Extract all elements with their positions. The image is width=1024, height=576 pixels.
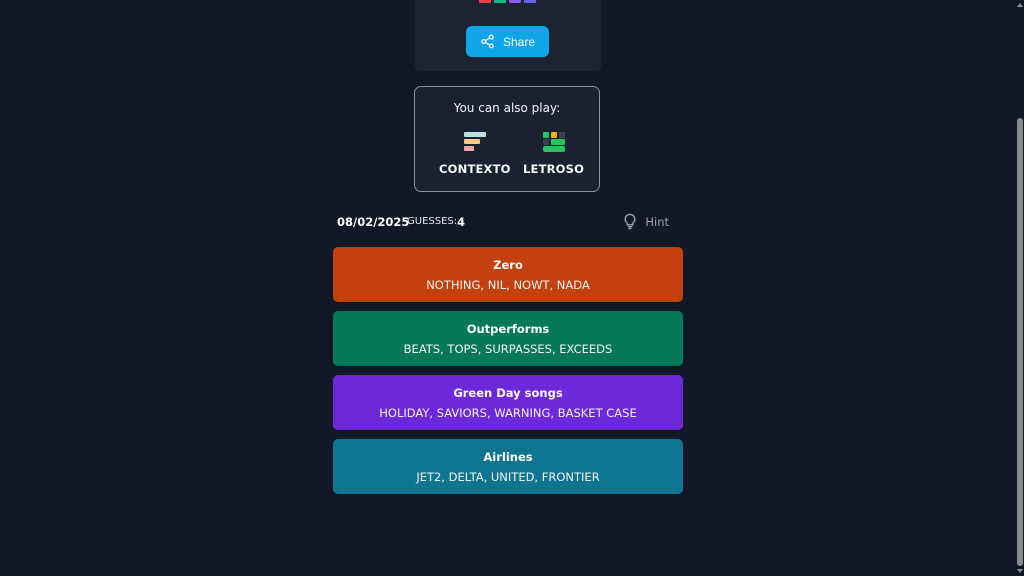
share-button-label: Share — [502, 34, 536, 49]
result-square — [509, 0, 521, 3]
status-bar: 08/02/2025 GUESSES: 4 Hint — [337, 213, 683, 231]
contexto-link[interactable]: CONTEXTO — [439, 131, 511, 176]
group-title: Airlines — [483, 449, 533, 464]
group-words: JET2, DELTA, UNITED, FRONTIER — [416, 469, 600, 484]
hint-button[interactable]: Hint — [623, 213, 669, 230]
hint-label: Hint — [645, 214, 669, 229]
page-scrollbar[interactable] — [1016, 0, 1024, 576]
contexto-logo-icon — [463, 132, 486, 151]
group-title: Zero — [493, 257, 523, 272]
game-results-page: Share You can also play: CONTEXTO LETROS… — [0, 0, 1024, 576]
result-square — [479, 0, 491, 3]
also-play-card: You can also play: CONTEXTO LETROSO — [414, 86, 600, 192]
group-words: HOLIDAY, SAVIORS, WARNING, BASKET CASE — [379, 405, 637, 420]
share-button[interactable]: Share — [466, 26, 549, 57]
result-square — [524, 0, 536, 3]
group-words: NOTHING, NIL, NOWT, NADA — [426, 277, 590, 292]
group-title: Green Day songs — [453, 385, 563, 400]
puzzle-date: 08/02/2025 — [337, 215, 410, 229]
letroso-logo-icon — [542, 132, 565, 152]
result-grid-preview — [479, 0, 536, 3]
guesses-label: GUESSES: — [407, 216, 458, 227]
scrollbar-thumb[interactable] — [1017, 118, 1023, 566]
share-card: Share — [415, 0, 601, 71]
also-play-title: You can also play: — [453, 101, 561, 115]
group-title: Outperforms — [466, 321, 550, 336]
solved-group: Outperforms BEATS, TOPS, SURPASSES, EXCE… — [333, 311, 683, 366]
scroll-up-arrow-icon[interactable] — [1017, 3, 1023, 7]
lightbulb-icon — [624, 213, 636, 230]
scroll-down-arrow-icon[interactable] — [1017, 569, 1023, 573]
solved-group: Airlines JET2, DELTA, UNITED, FRONTIER — [333, 439, 683, 494]
guesses-count: 4 — [457, 215, 466, 229]
result-square — [494, 0, 506, 3]
group-words: BEATS, TOPS, SURPASSES, EXCEEDS — [403, 341, 613, 356]
contexto-label: CONTEXTO — [439, 162, 511, 176]
letroso-label: LETROSO — [523, 162, 585, 176]
solved-group: Green Day songs HOLIDAY, SAVIORS, WARNIN… — [333, 375, 683, 430]
share-icon — [481, 34, 494, 49]
solved-group: Zero NOTHING, NIL, NOWT, NADA — [333, 247, 683, 302]
letroso-link[interactable]: LETROSO — [523, 131, 584, 176]
